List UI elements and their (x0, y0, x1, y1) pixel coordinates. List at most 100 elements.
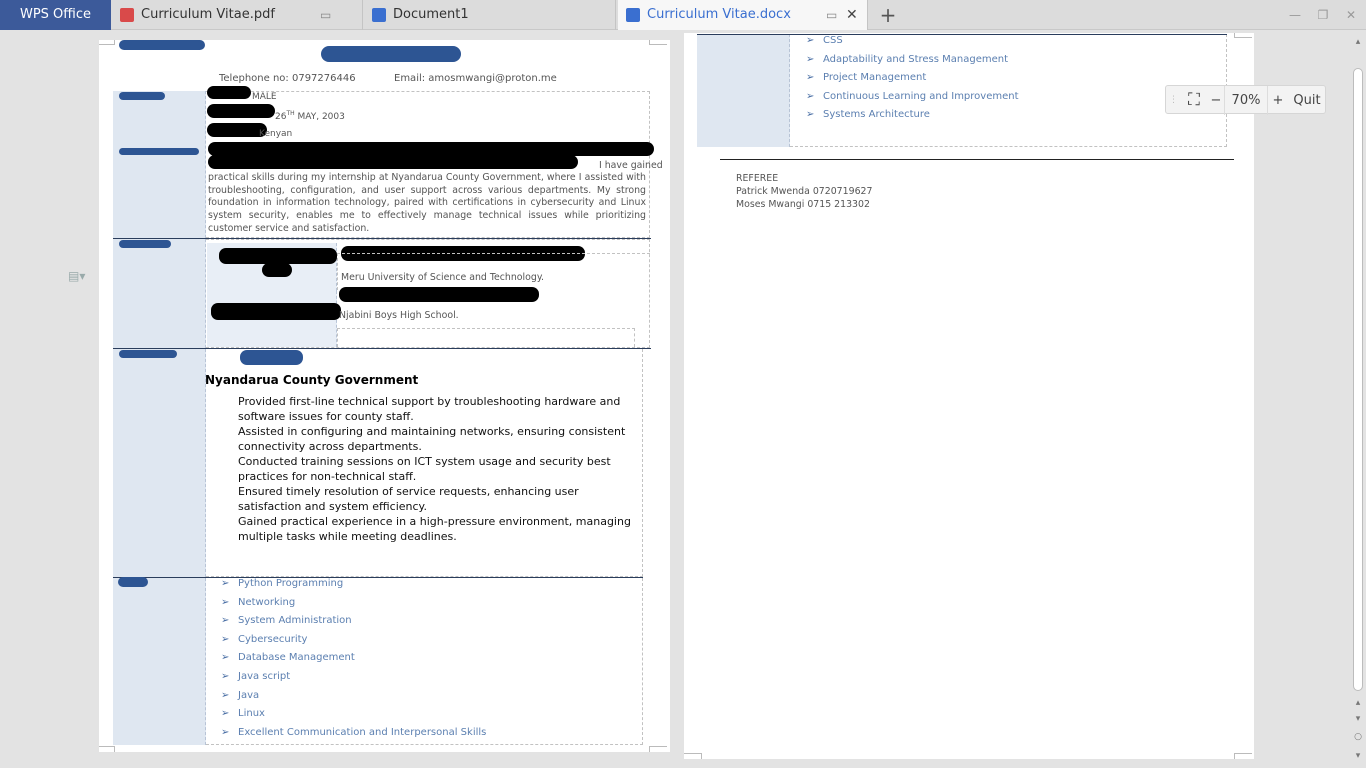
skill-label: Java script (238, 671, 291, 682)
page-corner-mark (649, 746, 667, 752)
close-window-icon[interactable]: ✕ (1344, 8, 1358, 22)
tab-curriculum-pdf[interactable]: Curriculum Vitae.pdf ▭ (112, 0, 363, 30)
high-school-name: Njabini Boys High School. (339, 310, 459, 321)
zoom-in-button[interactable]: + (1270, 86, 1286, 115)
monitor-icon[interactable]: ▭ (826, 9, 838, 21)
arrow-bullet-icon: ➢ (221, 708, 230, 719)
skill-label: Linux (238, 708, 265, 719)
skill-item: ➢ Project Management (806, 72, 926, 83)
education-row-line (337, 328, 635, 347)
redacted-name (321, 46, 461, 62)
skill-item: ➢ Systems Architecture (806, 109, 930, 120)
redacted-profile-line (208, 142, 654, 156)
skill-item: ➢ Adaptability and Stress Management (806, 54, 1008, 65)
skill-label: Project Management (823, 72, 927, 83)
page-corner-mark (684, 753, 702, 759)
arrow-bullet-icon: ➢ (806, 109, 815, 120)
redacted-label (119, 148, 199, 155)
scroll-up-icon[interactable]: ▴ (1351, 36, 1365, 48)
redacted-date (219, 248, 337, 264)
section-label-column (113, 349, 206, 577)
tab-curriculum-docx[interactable]: Curriculum Vitae.docx ▭ ✕ (618, 0, 868, 30)
referee-heading: REFEREE (736, 173, 779, 184)
wps-home-tab[interactable]: WPS Office (0, 0, 111, 30)
redacted-field (207, 86, 251, 99)
page-corner-mark (649, 40, 667, 45)
page-corner-mark (1234, 753, 1252, 759)
telephone-text: Telephone no: 0797276446 (219, 73, 356, 84)
redacted-label (118, 577, 148, 587)
skill-item: ➢ Continuous Learning and Improvement (806, 91, 1019, 102)
skill-label: Cybersecurity (238, 634, 308, 645)
scroll-down-icon[interactable]: ▾ (1351, 750, 1365, 762)
redacted-field (207, 123, 267, 137)
minimize-icon[interactable]: — (1288, 8, 1302, 22)
tab-document1[interactable]: Document1 (364, 0, 616, 30)
dob-value: 26TH MAY, 2003 (275, 110, 345, 122)
skill-label: CSS (823, 35, 843, 46)
section-label-column (113, 239, 206, 348)
zoom-out-button[interactable]: − (1208, 86, 1224, 115)
scroll-down-icon[interactable]: ▾ (1351, 713, 1365, 725)
scrollbar-thumb[interactable] (1353, 68, 1363, 691)
page-corner-mark (99, 40, 115, 45)
scroll-up-icon[interactable]: ▴ (1351, 697, 1365, 709)
monitor-icon[interactable]: ▭ (320, 9, 332, 21)
email-text: Email: amosmwangi@proton.me (394, 73, 557, 84)
redacted-date (262, 263, 292, 277)
zoom-control: ⋮ ⛶ − 70% + Quit (1165, 85, 1326, 115)
redacted-label (119, 92, 165, 100)
skill-label: Excellent Communication and Interpersona… (238, 727, 487, 738)
redacted-label (119, 240, 171, 248)
profile-fragment: I have gained (599, 160, 663, 171)
quit-button[interactable]: Quit (1288, 86, 1326, 115)
dob-day: 26 (275, 112, 287, 122)
writer-icon (372, 8, 386, 22)
nationality-value: Kenyan (259, 129, 293, 139)
skill-label: Python Programming (238, 578, 344, 589)
arrow-bullet-icon: ➢ (806, 35, 815, 46)
page-corner-mark (99, 746, 115, 752)
skill-label: Continuous Learning and Improvement (823, 91, 1019, 102)
dob-rest: MAY, 2003 (297, 112, 345, 122)
referee-entry: Patrick Mwenda 0720719627 (736, 186, 873, 197)
referee-divider (720, 159, 1234, 160)
referee-entry: Moses Mwangi 0715 213302 (736, 199, 870, 210)
new-tab-button[interactable]: + (878, 5, 898, 25)
fit-page-icon[interactable]: ⛶ (1180, 86, 1208, 115)
experience-item: Gained practical experience in a high-pr… (238, 515, 631, 543)
experience-item: Provided first-line technical support by… (238, 395, 621, 423)
skill-item: ➢ Cybersecurity (221, 634, 307, 645)
tab-label: Document1 (393, 7, 469, 22)
section-divider (697, 34, 1227, 35)
arrow-bullet-icon: ➢ (806, 72, 815, 83)
experience-item: Assisted in configuring and maintaining … (238, 425, 626, 453)
section-label-column (697, 34, 790, 147)
tab-bar: WPS Office Curriculum Vitae.pdf ▭ Docume… (0, 0, 1366, 30)
tab-label: Curriculum Vitae.pdf (141, 7, 275, 22)
drag-handle-icon[interactable]: ⋮ (1169, 86, 1178, 115)
redacted-profile-line (208, 155, 578, 169)
scroll-select-icon[interactable]: ○ (1351, 731, 1365, 743)
document-outline-icon[interactable]: ▤▾ (68, 269, 96, 283)
redacted-field (207, 104, 275, 118)
skill-label: Java (238, 690, 260, 701)
pdf-icon (120, 8, 134, 22)
redacted-heading (119, 40, 205, 50)
restore-icon[interactable]: ❐ (1316, 8, 1330, 22)
dob-suffix: TH (286, 110, 295, 117)
document-page-1: Telephone no: 0797276446 Email: amosmwan… (99, 40, 670, 752)
skill-label: Database Management (238, 652, 355, 663)
skill-item: ➢ System Administration (221, 615, 352, 626)
skill-item: ➢ Excellent Communication and Interperson… (221, 727, 486, 738)
close-tab-icon[interactable]: ✕ (846, 8, 858, 22)
skill-label: Adaptability and Stress Management (823, 54, 1009, 65)
skill-item: ➢ CSS (806, 35, 843, 46)
arrow-bullet-icon: ➢ (221, 615, 230, 626)
zoom-level[interactable]: 70% (1224, 86, 1268, 115)
skill-item: ➢ Java script (221, 671, 290, 682)
skill-label: Networking (238, 597, 296, 608)
experience-item: Conducted training sessions on ICT syste… (238, 455, 611, 483)
arrow-bullet-icon: ➢ (221, 634, 230, 645)
skill-label: Systems Architecture (823, 109, 930, 120)
